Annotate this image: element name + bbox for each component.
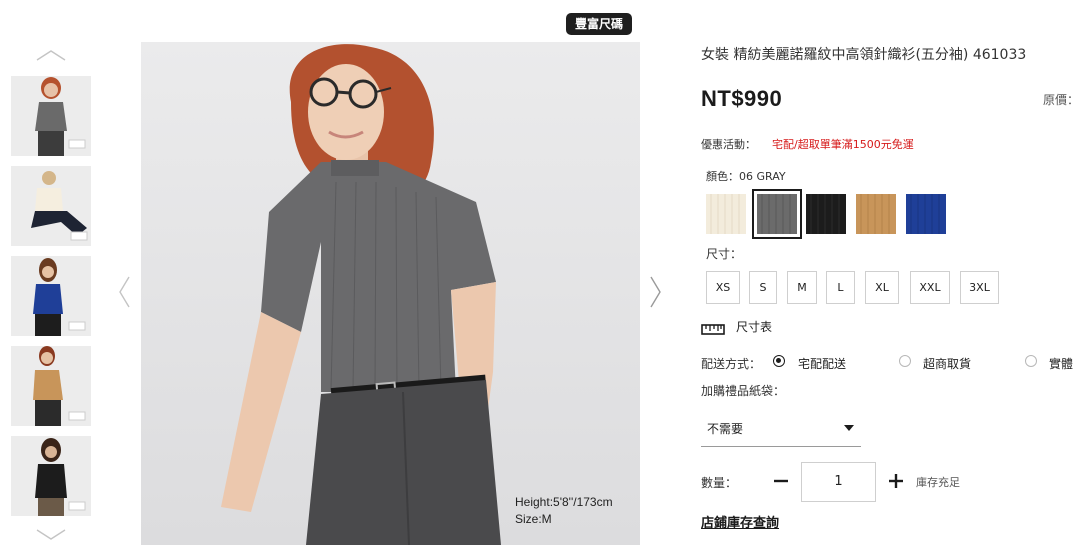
thumbnail-yellow-knit[interactable] bbox=[11, 346, 91, 426]
size-option-s[interactable]: S bbox=[749, 271, 777, 304]
gift-bag-selected-value: 不需要 bbox=[707, 422, 744, 436]
swatch-yellow[interactable] bbox=[856, 194, 896, 234]
swatch-off-white[interactable] bbox=[706, 194, 746, 234]
model-size: Size:M bbox=[515, 512, 552, 526]
size-range-badge: 豐富尺碼 bbox=[566, 13, 633, 35]
original-price-label: 原價： bbox=[1043, 93, 1075, 107]
quantity-increase-button[interactable] bbox=[887, 472, 905, 490]
quantity-decrease-button[interactable] bbox=[772, 472, 790, 490]
thumbnail-gray-knit[interactable] bbox=[11, 76, 91, 156]
color-label: 顏色：06 GRAY bbox=[706, 170, 786, 183]
swatch-gray[interactable] bbox=[752, 189, 802, 239]
size-option-m[interactable]: M bbox=[787, 271, 817, 304]
caret-down-icon bbox=[844, 425, 854, 431]
size-option-xxl[interactable]: XXL bbox=[910, 271, 950, 304]
shipping-label: 配送方式： bbox=[701, 357, 762, 371]
size-chart-link[interactable]: 尺寸表 bbox=[736, 318, 772, 335]
quantity-label: 數量： bbox=[701, 476, 738, 490]
size-option-3xl[interactable]: 3XL bbox=[960, 271, 999, 304]
shipping-radio-physical[interactable] bbox=[1025, 355, 1037, 367]
main-product-image bbox=[141, 42, 640, 545]
swatch-black[interactable] bbox=[806, 194, 846, 234]
promo-text: 宅配/超取單筆滿1500元免運 bbox=[772, 138, 914, 151]
store-inventory-link[interactable]: 店鋪庫存查詢 bbox=[701, 512, 779, 531]
stock-status: 庫存充足 bbox=[916, 476, 960, 489]
thumbnail-black-knit[interactable] bbox=[11, 436, 91, 516]
promo-label: 優惠活動： bbox=[701, 138, 756, 151]
shipping-radio-home[interactable] bbox=[773, 355, 785, 367]
shipping-radio-store-pickup[interactable] bbox=[899, 355, 911, 367]
shipping-option-store-pickup[interactable]: 超商取貨 bbox=[923, 355, 971, 372]
image-next-arrow-icon[interactable] bbox=[650, 276, 662, 312]
thumbnail-up-arrow-icon[interactable] bbox=[36, 48, 66, 62]
gift-bag-label: 加購禮品紙袋： bbox=[701, 384, 786, 398]
model-height: Height:5'8''/173cm bbox=[515, 495, 613, 509]
size-label: 尺寸： bbox=[706, 247, 743, 261]
image-prev-arrow-icon[interactable] bbox=[118, 276, 130, 312]
size-option-l[interactable]: L bbox=[826, 271, 855, 304]
thumbnail-down-arrow-icon[interactable] bbox=[36, 528, 66, 542]
model-size-info: Height:5'8''/173cm Size:M bbox=[515, 494, 613, 528]
swatch-blue[interactable] bbox=[906, 194, 946, 234]
product-title: 女裝 精紡美麗諾羅紋中高領針織衫(五分袖) 461033 bbox=[701, 47, 1027, 63]
size-option-xs[interactable]: XS bbox=[706, 271, 740, 304]
size-option-xl[interactable]: XL bbox=[865, 271, 899, 304]
shipping-option-physical[interactable]: 實體 bbox=[1049, 355, 1073, 372]
gift-bag-select[interactable]: 不需要 bbox=[701, 408, 861, 447]
thumbnail-blue-knit[interactable] bbox=[11, 256, 91, 336]
product-price: NT$990 bbox=[701, 86, 783, 111]
ruler-icon bbox=[701, 320, 725, 339]
shipping-option-home[interactable]: 宅配配送 bbox=[798, 355, 846, 372]
thumbnail-off-white-knit[interactable] bbox=[11, 166, 91, 246]
quantity-input[interactable]: 1 bbox=[801, 462, 876, 502]
